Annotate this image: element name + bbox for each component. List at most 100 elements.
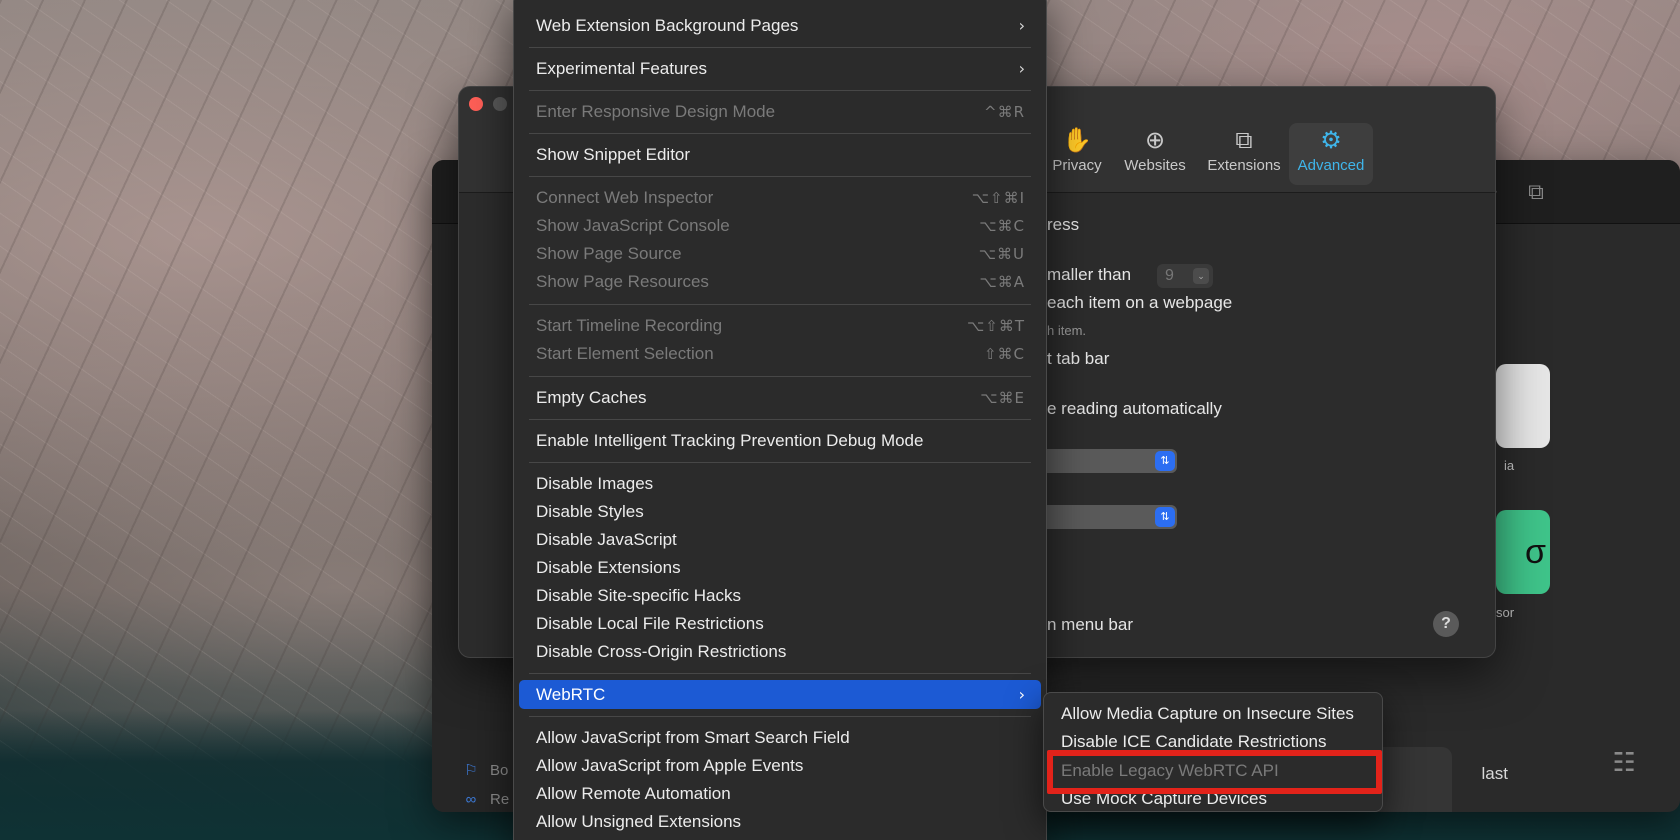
menu-item-label: Show JavaScript Console xyxy=(536,215,730,235)
menu-separator xyxy=(529,419,1031,420)
sidebar-item-reading-list[interactable]: ∞ Re xyxy=(462,787,510,811)
menu-item-label: Experimental Features xyxy=(536,58,708,78)
pref-tab-highlight-sub: h item. xyxy=(1047,323,1087,338)
updown-icon: ⇅ xyxy=(1155,507,1175,527)
menu-item-allow-remote-automation[interactable]: Allow Remote Automation xyxy=(519,779,1041,808)
chevron-down-icon: ⌄ xyxy=(1193,268,1209,284)
reading-list-card-title: last xyxy=(1481,764,1508,783)
menu-item-allow-unsigned-extensions[interactable]: Allow Unsigned Extensions xyxy=(519,807,1041,836)
min-font-size-value: 9 xyxy=(1165,267,1174,284)
menu-item-label: Allow JavaScript from Apple Events xyxy=(536,755,804,775)
menu-item-label: Disable Cross-Origin Restrictions xyxy=(536,641,787,661)
globe-icon: ⊕ xyxy=(1144,127,1166,154)
menu-item-shortcut: ⌥⌘E xyxy=(980,388,1025,407)
menu-item-label: Allow JavaScript from Smart Search Field xyxy=(536,727,850,747)
menu-item-start-timeline-recording[interactable]: Start Timeline Recording ⌥⇧⌘T xyxy=(519,311,1041,340)
menu-item-allow-javascript-from-apple-events[interactable]: Allow JavaScript from Apple Events xyxy=(519,751,1041,780)
pref-tab-highlight: each item on a webpage xyxy=(1047,293,1233,312)
customize-icon[interactable]: ☷ xyxy=(1610,748,1638,776)
menu-item-web-extension-background-pages[interactable]: Web Extension Background Pages › xyxy=(519,11,1041,40)
sidebar-item-label: Bo xyxy=(490,761,509,779)
minimize-window-button[interactable] xyxy=(493,97,507,111)
menu-item-show-snippet-editor[interactable]: Show Snippet Editor xyxy=(519,140,1041,169)
menu-item-label: Show Snippet Editor xyxy=(536,144,691,164)
menu-separator xyxy=(529,176,1031,177)
submenu-item-allow-media-capture-on-insecure-sites[interactable]: Allow Media Capture on Insecure Sites xyxy=(1061,699,1372,728)
tab-advanced[interactable]: ⚙ Advanced xyxy=(1289,123,1373,185)
menu-item-show-page-resources[interactable]: Show Page Resources ⌥⌘A xyxy=(519,267,1041,296)
menu-item-connect-web-inspector[interactable]: Connect Web Inspector ⌥⇧⌘I xyxy=(519,183,1041,212)
menu-item-label: Start Element Selection xyxy=(536,343,714,363)
menu-item-webrtc[interactable]: WebRTC › xyxy=(519,680,1041,709)
menu-item-label: Enable Intelligent Tracking Prevention D… xyxy=(536,430,924,450)
menu-item-start-element-selection[interactable]: Start Element Selection ⇧⌘C xyxy=(519,339,1041,368)
favorite-tile-label: ia xyxy=(1504,458,1515,473)
menu-item-enter-responsive-design-mode[interactable]: Enter Responsive Design Mode ^⌘R xyxy=(519,97,1041,126)
menu-item-empty-caches[interactable]: Empty Caches ⌥⌘E xyxy=(519,383,1041,412)
menu-item-show-javascript-console[interactable]: Show JavaScript Console ⌥⌘C xyxy=(519,211,1041,240)
tab-label: Privacy xyxy=(1052,157,1102,174)
tab-privacy[interactable]: ✋ Privacy xyxy=(1037,123,1117,185)
menu-item-allow-javascript-from-smart-search-field[interactable]: Allow JavaScript from Smart Search Field xyxy=(519,723,1041,752)
menu-separator xyxy=(529,90,1031,91)
tab-label: Websites xyxy=(1124,157,1186,174)
menu-item-disable-javascript[interactable]: Disable JavaScript xyxy=(519,525,1041,554)
favorite-tile[interactable] xyxy=(1496,364,1550,448)
updown-icon: ⇅ xyxy=(1155,451,1175,471)
menu-separator xyxy=(529,462,1031,463)
menu-item-disable-extensions[interactable]: Disable Extensions xyxy=(519,553,1041,582)
tab-websites[interactable]: ⊕ Websites xyxy=(1115,123,1195,185)
menu-item-label: Show Page Source xyxy=(536,243,682,263)
close-window-button[interactable] xyxy=(469,97,483,111)
menu-item-enable-intelligent-tracking-prevention-debug-mode[interactable]: Enable Intelligent Tracking Prevention D… xyxy=(519,426,1041,455)
pref-compact-tab: t tab bar xyxy=(1047,349,1110,368)
sidebar-item-bookmarks[interactable]: ⚐ Bo xyxy=(462,758,508,782)
menu-item-show-page-source[interactable]: Show Page Source ⌥⌘U xyxy=(519,239,1041,268)
menu-item-disable-site-specific-hacks[interactable]: Disable Site-specific Hacks xyxy=(519,581,1041,610)
pref-reading: e reading automatically xyxy=(1047,399,1222,418)
menu-item-label: WebRTC xyxy=(536,684,606,704)
help-button[interactable]: ? xyxy=(1433,611,1459,637)
menu-item-label: Empty Caches xyxy=(536,387,647,407)
menu-item-label: Allow Remote Automation xyxy=(536,783,731,803)
gears-icon: ⚙ xyxy=(1320,127,1342,154)
tab-overview-icon[interactable]: ⧉ xyxy=(1522,178,1550,206)
menu-item-disable-images[interactable]: Disable Images xyxy=(519,469,1041,498)
menu-item-label: Disable Extensions xyxy=(536,557,681,577)
menu-item-disable-styles[interactable]: Disable Styles xyxy=(519,497,1041,526)
menu-separator xyxy=(529,376,1031,377)
menu-item-shortcut: ⌥⇧⌘I xyxy=(971,188,1025,207)
tab-label: Extensions xyxy=(1207,157,1281,174)
menu-item-label: Disable Local File Restrictions xyxy=(536,613,764,633)
pref-min-font-label: maller than xyxy=(1047,265,1132,284)
hand-icon: ✋ xyxy=(1062,127,1092,154)
menu-item-experimental-features[interactable]: Experimental Features › xyxy=(519,54,1041,83)
menu-item-shortcut: ⌥⌘A xyxy=(979,272,1025,291)
puzzle-icon: ⧉ xyxy=(1235,127,1253,154)
menu-item-shortcut: ⌥⇧⌘T xyxy=(966,316,1025,335)
menu-item-label: Connect Web Inspector xyxy=(536,187,714,207)
menu-item-label: Enter Responsive Design Mode xyxy=(536,101,776,121)
menu-item-disable-cross-origin-restrictions[interactable]: Disable Cross-Origin Restrictions xyxy=(519,637,1041,666)
develop-menu: Web Extension Background Pages › Experimen… xyxy=(513,0,1047,840)
menu-item-label: Start Timeline Recording xyxy=(536,315,723,335)
tab-extensions[interactable]: ⧉ Extensions xyxy=(1201,123,1287,185)
favorite-tile-label: sor xyxy=(1496,605,1515,620)
chevron-right-icon: › xyxy=(1018,16,1025,35)
chevron-right-icon: › xyxy=(1018,685,1025,704)
menu-item-shortcut: ⌥⌘C xyxy=(979,216,1025,235)
pref-develop-menu: n menu bar xyxy=(1047,615,1133,634)
min-font-size-select[interactable]: 9 ⌄ xyxy=(1157,264,1213,288)
menu-separator xyxy=(529,673,1031,674)
menu-item-label: Web Extension Background Pages xyxy=(536,15,799,35)
menu-item-label: Show Page Resources xyxy=(536,271,709,291)
bookmark-icon: ⚐ xyxy=(464,762,478,779)
menu-item-label: Disable Styles xyxy=(536,501,644,521)
menu-item-label: Disable JavaScript xyxy=(536,529,677,549)
menu-item-disable-local-file-restrictions[interactable]: Disable Local File Restrictions xyxy=(519,609,1041,638)
sidebar-item-label: Re xyxy=(490,790,510,808)
menu-item-shortcut: ⇧⌘C xyxy=(983,344,1025,363)
menu-separator xyxy=(529,47,1031,48)
favorite-tile[interactable]: σ xyxy=(1496,510,1550,594)
menu-separator xyxy=(529,716,1031,717)
